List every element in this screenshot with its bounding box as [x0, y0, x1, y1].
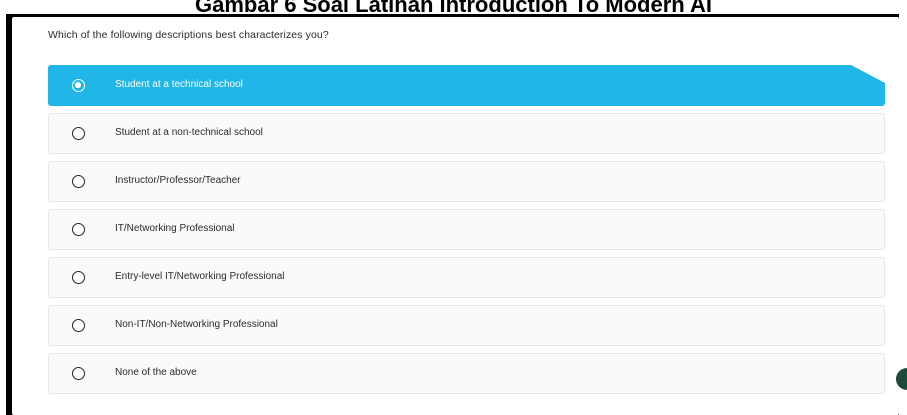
corner-flag-icon [851, 65, 885, 83]
radio-icon[interactable] [72, 175, 85, 188]
option-label: Student at a non-technical school [115, 127, 263, 138]
radio-icon[interactable] [72, 127, 85, 140]
radio-icon[interactable] [72, 271, 85, 284]
question-text: Which of the following descriptions best… [48, 29, 329, 41]
option-entry-level-it[interactable]: Entry-level IT/Networking Professional [48, 257, 885, 298]
figure-caption: Gambar 6 Soal Latihan Introduction To Mo… [194, 0, 713, 17]
radio-icon[interactable] [72, 367, 85, 380]
option-instructor[interactable]: Instructor/Professor/Teacher [48, 161, 885, 202]
option-label: Student at a technical school [115, 79, 243, 90]
option-student-technical[interactable]: Student at a technical school [48, 65, 885, 106]
radio-icon[interactable] [72, 223, 85, 236]
option-label: Entry-level IT/Networking Professional [115, 271, 285, 282]
option-label: Non-IT/Non-Networking Professional [115, 319, 278, 330]
quiz-panel: Which of the following descriptions best… [12, 17, 899, 415]
option-it-professional[interactable]: IT/Networking Professional [48, 209, 885, 250]
radio-selected-icon[interactable] [72, 79, 85, 92]
radio-icon[interactable] [72, 319, 85, 332]
option-label: None of the above [115, 367, 197, 378]
option-label: Instructor/Professor/Teacher [115, 175, 241, 186]
option-student-non-technical[interactable]: Student at a non-technical school [48, 113, 885, 154]
option-non-it[interactable]: Non-IT/Non-Networking Professional [48, 305, 885, 346]
option-label: IT/Networking Professional [115, 223, 235, 234]
options-list: Student at a technical school Student at… [48, 65, 885, 401]
option-none-of-the-above[interactable]: None of the above [48, 353, 885, 394]
